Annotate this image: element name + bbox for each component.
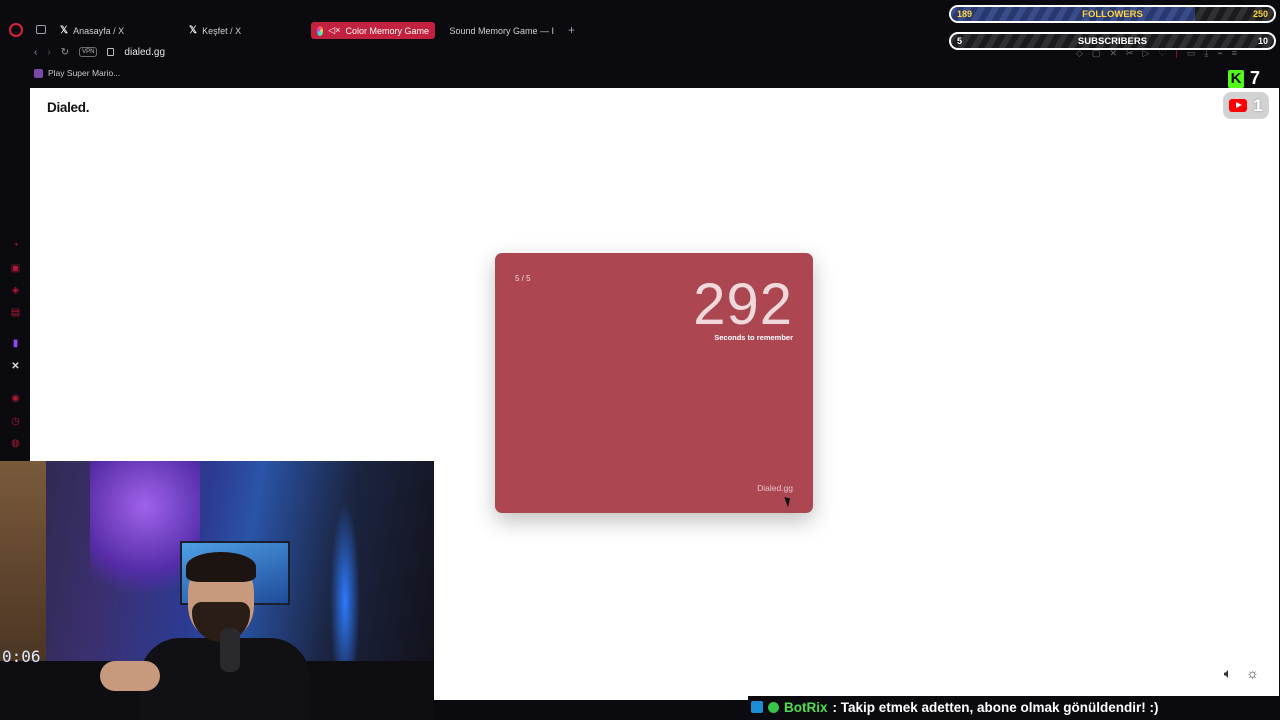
screen: 𝕏 Anasayfa / X 𝕏 Keşfet / X ◁× Color Mem… [0, 0, 1280, 720]
pinboard-icon[interactable]: ◍ [10, 438, 21, 449]
kick-viewer-count: 7 [1250, 68, 1261, 88]
timer-label: Seconds to remember [714, 333, 793, 342]
back-icon[interactable]: ‹ [34, 47, 37, 58]
youtube-logo-icon [1229, 99, 1248, 112]
chat-message: : Takip etmek adetten, abone olmak gönül… [832, 699, 1159, 715]
verified-badge-icon [768, 701, 779, 713]
mail-icon[interactable]: ▤ [10, 307, 21, 318]
bottom-strip [434, 700, 748, 720]
theme-toggle-icon[interactable]: ☼ [1246, 665, 1259, 682]
webcam-streamer [140, 552, 310, 720]
tab-color-memory-game[interactable]: ◁× Color Memory Game [311, 22, 435, 39]
chat-bot-name: BotRix [784, 699, 828, 715]
card-watermark: Dialed.gg [757, 483, 793, 493]
messenger-icon[interactable]: ◈ [10, 285, 21, 296]
tab-kesfet[interactable]: 𝕏 Keşfet / X [183, 22, 308, 39]
url-field[interactable]: dialed.gg [124, 47, 165, 58]
round-indicator: 5 / 5 [515, 274, 531, 283]
subscribers-goal-bar: SUBSCRIBERS 5 10 [949, 32, 1276, 50]
opera-logo-icon[interactable] [9, 23, 23, 37]
reload-icon[interactable]: ↻ [61, 47, 69, 58]
x-icon: 𝕏 [60, 25, 69, 36]
aria-icon[interactable]: ◔ [10, 240, 21, 251]
webcam-clock: 0:06 [2, 647, 41, 666]
followers-current: 189 [957, 9, 973, 19]
kick-viewers: K 7 [1228, 68, 1260, 89]
tab-sound-memory-game[interactable]: Sound Memory Game — I [438, 22, 560, 39]
tab-label: Sound Memory Game — I [449, 25, 554, 36]
history-icon[interactable]: ◷ [10, 416, 21, 427]
youtube-viewers: 1 [1223, 92, 1269, 119]
sound-toggle-icon[interactable]: 🔈︎ [1224, 665, 1232, 682]
site-logo[interactable]: Dialed. [47, 100, 89, 115]
lock-icon[interactable] [107, 48, 115, 56]
twitch-icon[interactable]: ▮ [10, 338, 21, 349]
subscribers-label: SUBSCRIBERS [1077, 36, 1148, 47]
subscribers-current: 5 [957, 36, 963, 46]
color-wheel-icon [317, 25, 324, 36]
webcam-feed: 0:06 [0, 461, 434, 720]
subscribers-goal: 10 [1257, 36, 1268, 46]
new-tab-button[interactable]: + [568, 23, 575, 37]
tab-label: Keşfet / X [202, 25, 242, 36]
webcam-microphone [220, 628, 240, 672]
countdown-timer: 292 [693, 272, 793, 337]
followers-goal-bar: FOLLOWERS 189 250 [949, 5, 1276, 23]
followers-goal: 250 [1252, 9, 1268, 19]
tab-anasayfa[interactable]: 𝕏 Anasayfa / X [54, 22, 179, 39]
bookmark-item[interactable]: Play Super Mario... [34, 68, 120, 78]
speaker-muted-icon[interactable]: ◁× [328, 25, 340, 36]
kick-logo-icon: K [1228, 69, 1244, 88]
tab-label: Anasayfa / X [73, 25, 125, 36]
tab-label: Color Memory Game [345, 25, 429, 36]
forward-icon[interactable]: › [47, 47, 50, 58]
webcam-streamer-arm [100, 661, 160, 691]
tab-overview-icon[interactable] [36, 25, 46, 34]
youtube-viewer-count: 1 [1253, 95, 1263, 115]
address-bar: ‹ › ↻ VPN dialed.gg [34, 44, 165, 60]
bag-icon[interactable]: ▣ [10, 263, 21, 274]
bookmark-icon [34, 68, 43, 78]
webcam-streamer-hair [186, 552, 256, 582]
vpn-badge[interactable]: VPN [79, 47, 98, 57]
color-card: 5 / 5 292 Seconds to remember Dialed.gg [495, 253, 813, 513]
player-icon[interactable]: ◉ [10, 393, 21, 404]
bot-badge-icon [751, 701, 763, 713]
chat-ticker: BotRix : Takip etmek adetten, abone olma… [748, 696, 1280, 718]
x-icon[interactable]: ✕ [10, 361, 21, 372]
followers-label: FOLLOWERS [1082, 9, 1143, 20]
bookmark-label: Play Super Mario... [48, 68, 121, 78]
page-controls: 🔈︎ ☼ [1224, 665, 1259, 682]
x-icon: 𝕏 [189, 25, 198, 36]
